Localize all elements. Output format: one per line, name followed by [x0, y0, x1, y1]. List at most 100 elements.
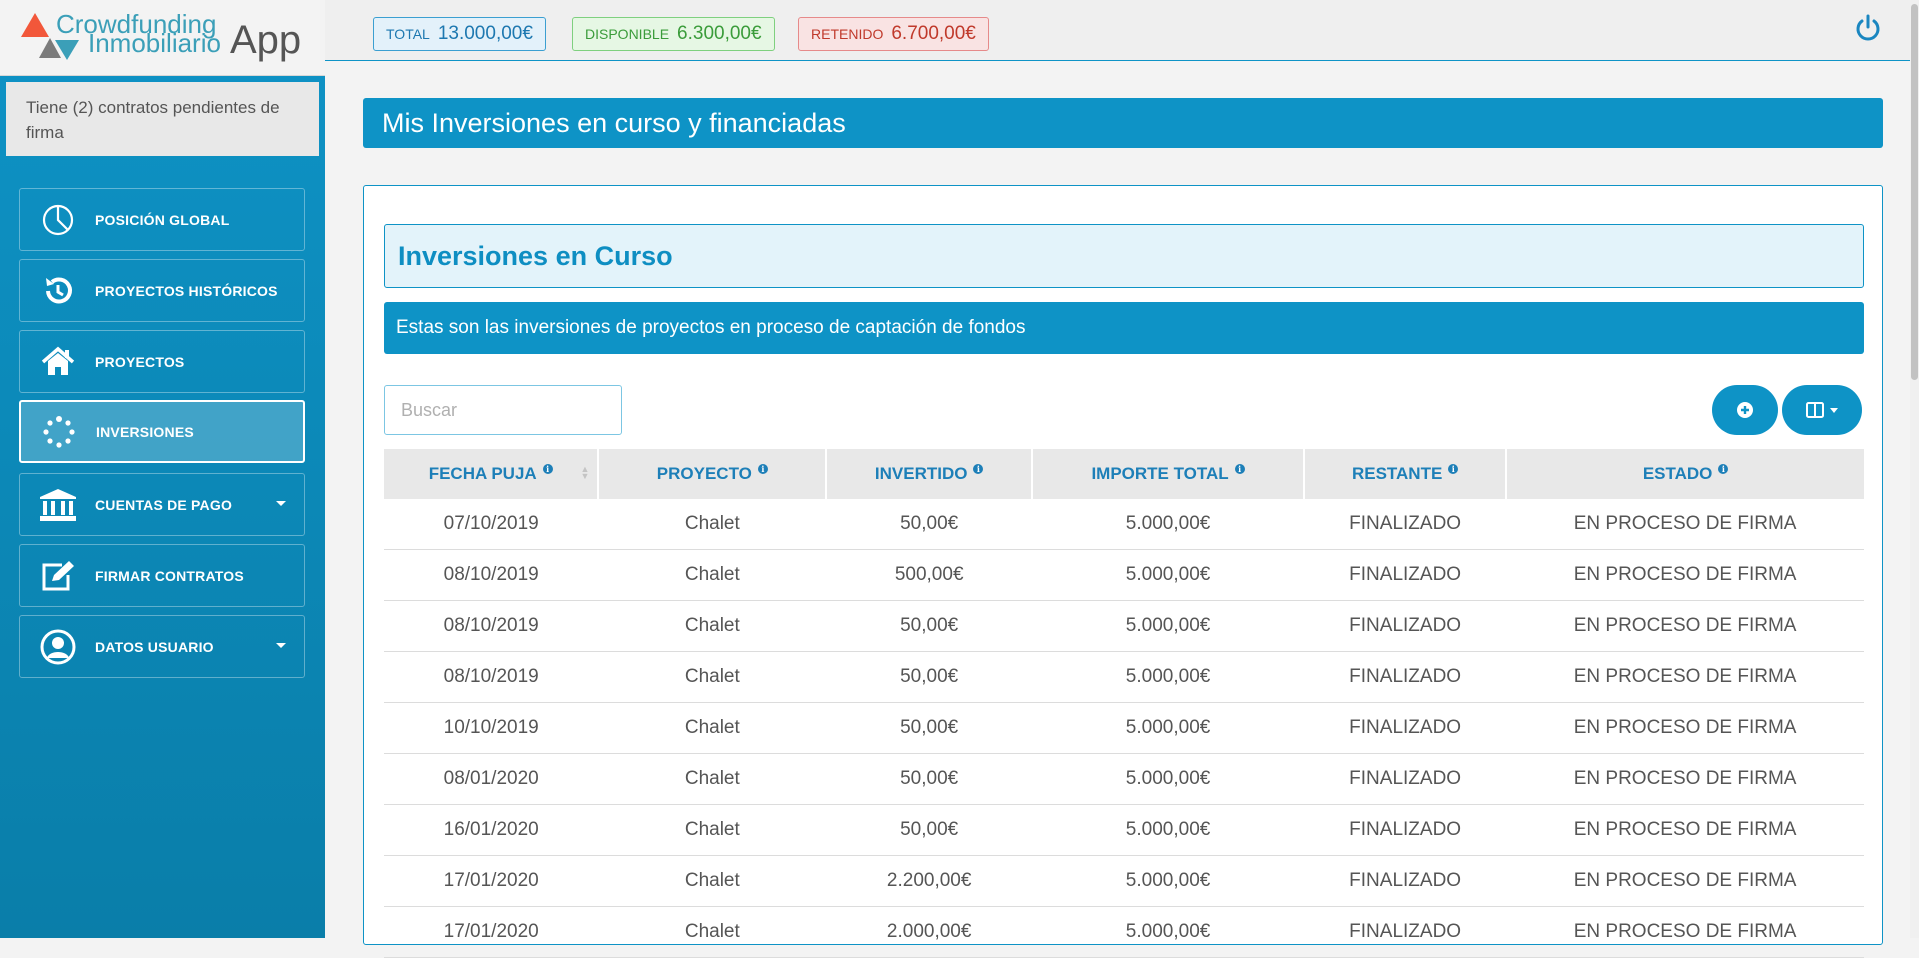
sidebar-item-posicion-global[interactable]: POSICIÓN GLOBAL: [19, 188, 305, 251]
info-icon[interactable]: i: [757, 464, 768, 475]
cell-fecha: 08/10/2019: [384, 600, 599, 652]
table-row[interactable]: 17/01/2020 Chalet 2.000,00€ 5.000,00€ FI…: [384, 906, 1864, 958]
columns-icon: [1806, 402, 1824, 418]
cell-proyecto: Chalet: [598, 600, 827, 652]
sidebar-item-proyectos[interactable]: PROYECTOS: [19, 330, 305, 393]
cell-proyecto: Chalet: [598, 651, 827, 703]
section-title: Inversiones en Curso: [384, 224, 1864, 288]
add-button[interactable]: [1712, 385, 1778, 435]
sidebar-item-inversiones[interactable]: INVERSIONES: [19, 400, 305, 463]
retenido-badge: RETENIDO 6.700,00€: [798, 17, 989, 51]
cell-invertido: 50,00€: [826, 651, 1033, 703]
cell-importe-total: 5.000,00€: [1032, 804, 1305, 856]
cell-importe-total: 5.000,00€: [1032, 651, 1305, 703]
info-icon[interactable]: i: [1234, 464, 1245, 475]
retenido-value: 6.700,00€: [891, 23, 976, 44]
table-row[interactable]: 07/10/2019 Chalet 50,00€ 5.000,00€ FINAL…: [384, 499, 1864, 550]
column-header-invertido[interactable]: INVERTIDO i: [826, 449, 1034, 499]
table-header-row: FECHA PUJA i ▲ ▼ PROYECTO i INVERTIDO i IMPOR…: [384, 449, 1864, 499]
page-title: Mis Inversiones en curso y financiadas: [363, 98, 1883, 148]
cell-estado: EN PROCESO DE FIRMA: [1506, 651, 1864, 703]
sidebar-item-proyectos-historicos[interactable]: PROYECTOS HISTÓRICOS: [19, 259, 305, 322]
cell-estado: EN PROCESO DE FIRMA: [1506, 549, 1864, 601]
columns-toggle-button[interactable]: [1782, 385, 1862, 435]
power-icon[interactable]: [1854, 14, 1882, 42]
edit-icon: [38, 556, 78, 596]
chevron-down-icon: [276, 501, 286, 506]
cell-fecha: 08/10/2019: [384, 651, 599, 703]
cell-estado: EN PROCESO DE FIRMA: [1506, 804, 1864, 856]
table-row[interactable]: 08/10/2019 Chalet 50,00€ 5.000,00€ FINAL…: [384, 600, 1864, 652]
disponible-value: 6.300,00€: [677, 23, 762, 44]
column-header-estado[interactable]: ESTADO i: [1506, 449, 1864, 499]
brand-logo[interactable]: Crowdfunding Inmobiliario App: [0, 0, 325, 76]
sidebar-item-label: CUENTAS DE PAGO: [95, 496, 233, 513]
table-row[interactable]: 16/01/2020 Chalet 50,00€ 5.000,00€ FINAL…: [384, 804, 1864, 856]
table-row[interactable]: 08/10/2019 Chalet 500,00€ 5.000,00€ FINA…: [384, 549, 1864, 601]
cell-estado: EN PROCESO DE FIRMA: [1506, 906, 1864, 958]
cell-fecha: 17/01/2020: [384, 906, 599, 958]
sidebar-item-label: PROYECTOS: [95, 353, 185, 370]
spinner-icon: [39, 412, 79, 452]
cell-fecha: 07/10/2019: [384, 499, 599, 550]
table-row[interactable]: 08/10/2019 Chalet 50,00€ 5.000,00€ FINAL…: [384, 651, 1864, 703]
cell-restante: FINALIZADO: [1304, 651, 1507, 703]
pie-chart-icon: [38, 200, 78, 240]
column-header-proyecto[interactable]: PROYECTO i: [598, 449, 828, 499]
search-input[interactable]: [384, 385, 622, 435]
total-label: TOTAL: [386, 26, 430, 42]
logo-triangle-icon: [21, 13, 49, 37]
scrollbar-thumb[interactable]: [1911, 4, 1918, 380]
cell-importe-total: 5.000,00€: [1032, 549, 1305, 601]
cell-estado: EN PROCESO DE FIRMA: [1506, 753, 1864, 805]
cell-invertido: 50,00€: [826, 499, 1033, 550]
cell-invertido: 50,00€: [826, 753, 1033, 805]
table-row[interactable]: 17/01/2020 Chalet 2.200,00€ 5.000,00€ FI…: [384, 855, 1864, 907]
chevron-down-icon: [1830, 407, 1838, 413]
disponible-label: DISPONIBLE: [585, 26, 670, 42]
info-icon[interactable]: i: [1718, 464, 1729, 475]
cell-invertido: 50,00€: [826, 804, 1033, 856]
cell-estado: EN PROCESO DE FIRMA: [1506, 702, 1864, 754]
sidebar: Crowdfunding Inmobiliario App Tiene (2) …: [0, 0, 325, 938]
cell-proyecto: Chalet: [598, 753, 827, 805]
cell-estado: EN PROCESO DE FIRMA: [1506, 855, 1864, 907]
cell-importe-total: 5.000,00€: [1032, 906, 1305, 958]
logo-triangle-icon: [55, 40, 79, 60]
retenido-label: RETENIDO: [811, 26, 884, 42]
chevron-down-icon: [276, 643, 286, 648]
column-header-fecha-puja[interactable]: FECHA PUJA i ▲ ▼: [384, 449, 600, 499]
table-row[interactable]: 08/01/2020 Chalet 50,00€ 5.000,00€ FINAL…: [384, 753, 1864, 805]
cell-importe-total: 5.000,00€: [1032, 753, 1305, 805]
sidebar-item-datos-usuario[interactable]: DATOS USUARIO: [19, 615, 305, 678]
cell-importe-total: 5.000,00€: [1032, 855, 1305, 907]
cell-restante: FINALIZADO: [1304, 906, 1507, 958]
cell-invertido: 2.000,00€: [826, 906, 1033, 958]
total-badge: TOTAL 13.000,00€: [373, 17, 546, 51]
scrollbar[interactable]: [1910, 0, 1919, 938]
cell-restante: FINALIZADO: [1304, 549, 1507, 601]
cell-proyecto: Chalet: [598, 906, 827, 958]
investments-panel: Inversiones en Curso Estas son las inver…: [363, 185, 1883, 958]
cell-proyecto: Chalet: [598, 804, 827, 856]
section-subtitle: Estas son las inversiones de proyectos e…: [384, 302, 1864, 354]
investments-table: FECHA PUJA i ▲ ▼ PROYECTO i INVERTIDO i IMPOR…: [384, 449, 1864, 958]
info-icon[interactable]: i: [973, 464, 984, 475]
info-icon[interactable]: i: [1448, 464, 1459, 475]
pending-contracts-notice[interactable]: Tiene (2) contratos pendientes de firma: [6, 82, 319, 156]
cell-fecha: 16/01/2020: [384, 804, 599, 856]
sort-icon[interactable]: ▲ ▼: [580, 465, 589, 481]
cell-fecha: 10/10/2019: [384, 702, 599, 754]
table-row[interactable]: 10/10/2019 Chalet 50,00€ 5.000,00€ FINAL…: [384, 702, 1864, 754]
column-header-restante[interactable]: RESTANTE i: [1304, 449, 1508, 499]
column-header-importe-total[interactable]: IMPORTE TOTAL i: [1032, 449, 1306, 499]
cell-proyecto: Chalet: [598, 855, 827, 907]
info-icon[interactable]: i: [542, 464, 553, 475]
cell-fecha: 08/01/2020: [384, 753, 599, 805]
sidebar-item-firmar-contratos[interactable]: FIRMAR CONTRATOS: [19, 544, 305, 607]
cell-restante: FINALIZADO: [1304, 702, 1507, 754]
sidebar-item-label: DATOS USUARIO: [95, 638, 214, 655]
sidebar-item-cuentas-de-pago[interactable]: CUENTAS DE PAGO: [19, 473, 305, 536]
cell-importe-total: 5.000,00€: [1032, 499, 1305, 550]
cell-invertido: 50,00€: [826, 600, 1033, 652]
